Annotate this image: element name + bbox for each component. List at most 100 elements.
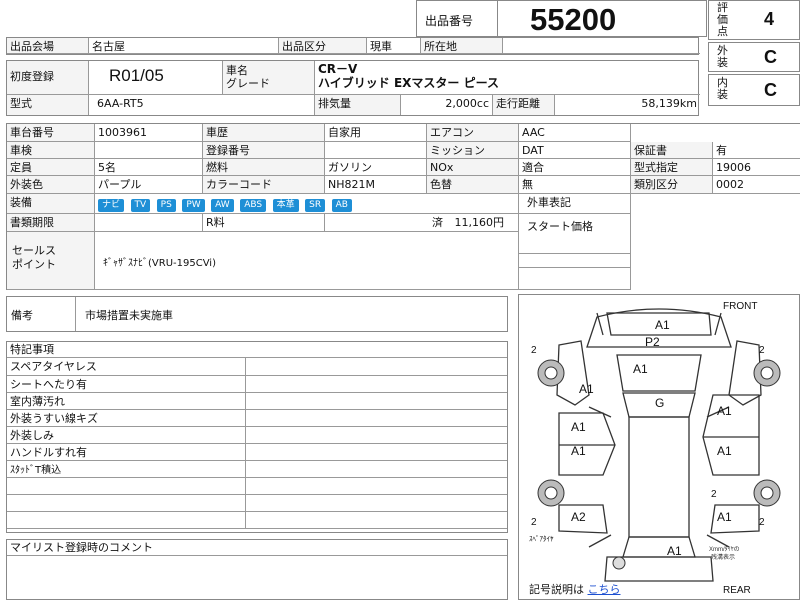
history-value: 自家用 — [325, 124, 427, 142]
note-text: 外装うすい線キズ — [7, 409, 246, 427]
nox-label: NOx — [427, 159, 519, 176]
inspection-label: 車検 — [7, 142, 95, 159]
docs-paid-block: 済 11,160円 — [325, 214, 519, 232]
venue-value: 名古屋 — [89, 38, 279, 54]
typecert-value: 19006 — [713, 159, 800, 176]
nox-value: 適合 — [519, 159, 631, 176]
interior-label: 内装 — [717, 76, 728, 101]
note-text — [7, 477, 246, 495]
list-item: 室内薄汚れ — [7, 392, 507, 410]
equip-tag-ab: AB — [331, 199, 352, 212]
start-price-sub-2 — [519, 268, 631, 290]
note-cell — [245, 409, 507, 427]
car-name-label: 車名 グレード — [223, 61, 315, 95]
note-cell — [245, 460, 507, 478]
exterior-label: 外装 — [717, 44, 728, 69]
warranty-value: 有 — [713, 142, 800, 159]
capacity-value: 5名 — [95, 159, 203, 176]
location-label: 所在地 — [421, 38, 503, 54]
venue-row: 出品会場 名古屋 出品区分 現車 所在地 — [6, 37, 700, 55]
interior-grade-box: 内装 C — [708, 74, 800, 106]
list-item: スペアタイヤレス — [7, 358, 507, 376]
remarks-label: 備考 — [11, 309, 33, 322]
ac-label: エアコン — [427, 124, 519, 142]
equip-tag-sr: SR — [305, 199, 326, 212]
mark-front-bumper: P2 — [645, 335, 660, 349]
color-label: 外装色 — [7, 176, 95, 194]
sales-label: セールス ポイント — [7, 232, 95, 290]
lot-label: 出品番号 — [425, 14, 474, 28]
note-cell — [245, 375, 507, 393]
note-cell — [245, 358, 507, 376]
legend-link[interactable]: こちら — [588, 583, 621, 596]
equip-tag-ps: PS — [156, 199, 176, 212]
regno-value — [325, 142, 427, 159]
roof-outline — [628, 416, 690, 538]
capacity-label: 定員 — [7, 159, 95, 176]
colorcode-value: NH821M — [325, 176, 427, 194]
mileage-value: 58,139km — [641, 97, 697, 110]
equip-tag-pw: PW — [182, 199, 205, 212]
color-value: パープル — [95, 176, 203, 194]
mark-roof: G — [655, 396, 664, 410]
mark-rr-quarter: A1 — [717, 510, 732, 524]
car-name: CR－V — [318, 62, 358, 76]
chassis-label: 車台番号 — [7, 124, 95, 142]
note-text — [7, 511, 246, 529]
exterior-value: C — [764, 47, 777, 67]
interior-value: C — [764, 80, 777, 100]
docs-r: R料 — [203, 214, 325, 232]
lot-label-box: 出品番号 — [416, 0, 498, 37]
eval-box: 評価点 4 — [708, 0, 800, 40]
category-label: 出品区分 — [279, 38, 367, 54]
note-cell — [245, 511, 507, 529]
mark-rl-door: A1 — [571, 444, 586, 458]
equip-tags: ナビ TV PS PW AW ABS 本革 SR AB — [95, 194, 519, 214]
category-value: 現車 — [367, 38, 421, 54]
mark-rl-quarter: A2 — [571, 510, 586, 524]
depth-note-line1: Xmm/ﾀｲﾔの — [709, 546, 740, 553]
mark-rr-door: A1 — [717, 444, 732, 458]
rear-label: REAR — [723, 585, 751, 596]
mark-rear-bumper: A1 — [667, 544, 682, 558]
colorcode-label: カラーコード — [203, 176, 325, 194]
list-item: ｽﾀｯﾄﾞT積込 — [7, 460, 507, 478]
eval-value: 4 — [764, 9, 775, 29]
special-notes-label: 特記事項 — [7, 342, 507, 358]
class-value: 0002 — [713, 176, 800, 194]
repaint-label: 色替 — [427, 176, 519, 194]
list-item — [7, 494, 507, 512]
mission-value: DAT — [519, 142, 631, 159]
tire-mid-r-depth: 2 — [711, 489, 717, 500]
ac-value: AAC — [519, 124, 631, 142]
tire-fl-depth: 2 — [531, 345, 537, 356]
lot-number: 55200 — [530, 2, 617, 37]
tire-rl-depth: 2 — [531, 517, 537, 528]
displacement-value: 2,000cc — [401, 95, 493, 115]
tire-rr-depth: 2 — [759, 517, 765, 528]
remarks-value: 市場措置未実施車 — [85, 309, 173, 322]
list-item — [7, 477, 507, 495]
legend: 記号説明は こちら — [529, 581, 621, 597]
fuel-label: 燃料 — [203, 159, 325, 176]
note-text: スペアタイヤレス — [7, 358, 246, 376]
equip-label: 装備 — [7, 194, 95, 214]
typecert-label: 型式指定 — [631, 159, 713, 176]
note-text: ハンドルすれ有 — [7, 443, 246, 461]
spec-grid: 車台番号 1003961 車歴 自家用 エアコン AAC 車検 登録番号 ミッシ… — [6, 123, 800, 290]
tire-fr-depth: 2 — [759, 345, 765, 356]
comment-label: マイリスト登録時のコメント — [7, 540, 507, 556]
note-text: 室内薄汚れ — [7, 392, 246, 410]
model-value: 6AA-RT5 — [89, 95, 315, 115]
equip-tag-leather: 本革 — [272, 199, 299, 212]
car-diagram-svg: FRONT REAR A1 P2 A1 G A1 A1 A1 A2 A1 A1 … — [529, 301, 781, 596]
hood-outline — [616, 354, 702, 392]
note-text: ｽﾀｯﾄﾞT積込 — [7, 460, 246, 478]
note-cell — [245, 392, 507, 410]
note-text: シートへたり有 — [7, 375, 246, 393]
note-text: 外装しみ — [7, 426, 246, 444]
mark-fr-door: A1 — [717, 404, 732, 418]
fuel-value: ガソリン — [325, 159, 427, 176]
list-item: 外装しみ — [7, 426, 507, 444]
vehicle-block: 初度登録 R01/05 車名 グレード CR－V ハイブリッド EXマスター ピ… — [6, 60, 700, 116]
